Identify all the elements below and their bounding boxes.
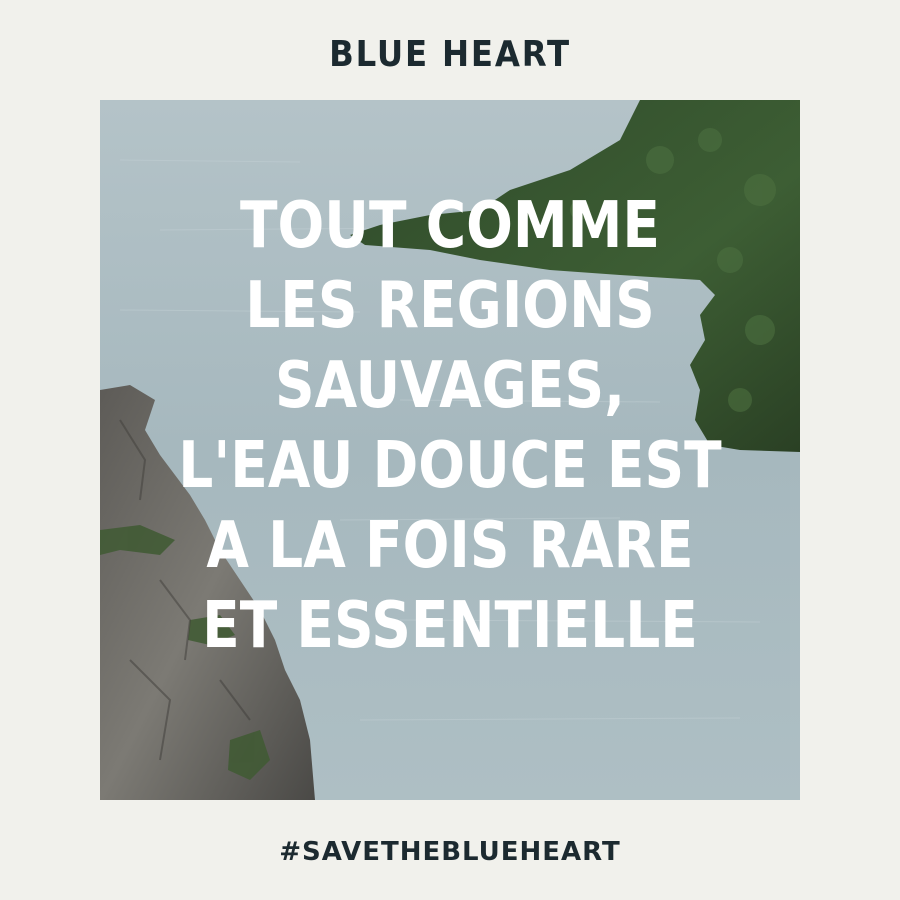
quote-line: SAUVAGES, bbox=[274, 349, 626, 423]
brand-title: BLUE HEART bbox=[329, 34, 571, 75]
quote-line: ET ESSENTIELLE bbox=[202, 589, 698, 663]
landscape-photo: TOUT COMME LES REGIONS SAUVAGES, L'EAU D… bbox=[100, 100, 800, 800]
quote-line: LES REGIONS bbox=[245, 269, 655, 343]
quote-line: L'EAU DOUCE EST bbox=[178, 429, 722, 503]
quote-line: TOUT COMME bbox=[239, 189, 661, 263]
quote-line: A LA FOIS RARE bbox=[206, 509, 694, 583]
poster: BLUE HEART TOUT COMME LES REGIONS SAUVAG… bbox=[0, 0, 900, 900]
quote-text: TOUT COMME LES REGIONS SAUVAGES, L'EAU D… bbox=[100, 186, 800, 666]
hashtag: #SAVETHEBLUEHEART bbox=[279, 837, 621, 867]
